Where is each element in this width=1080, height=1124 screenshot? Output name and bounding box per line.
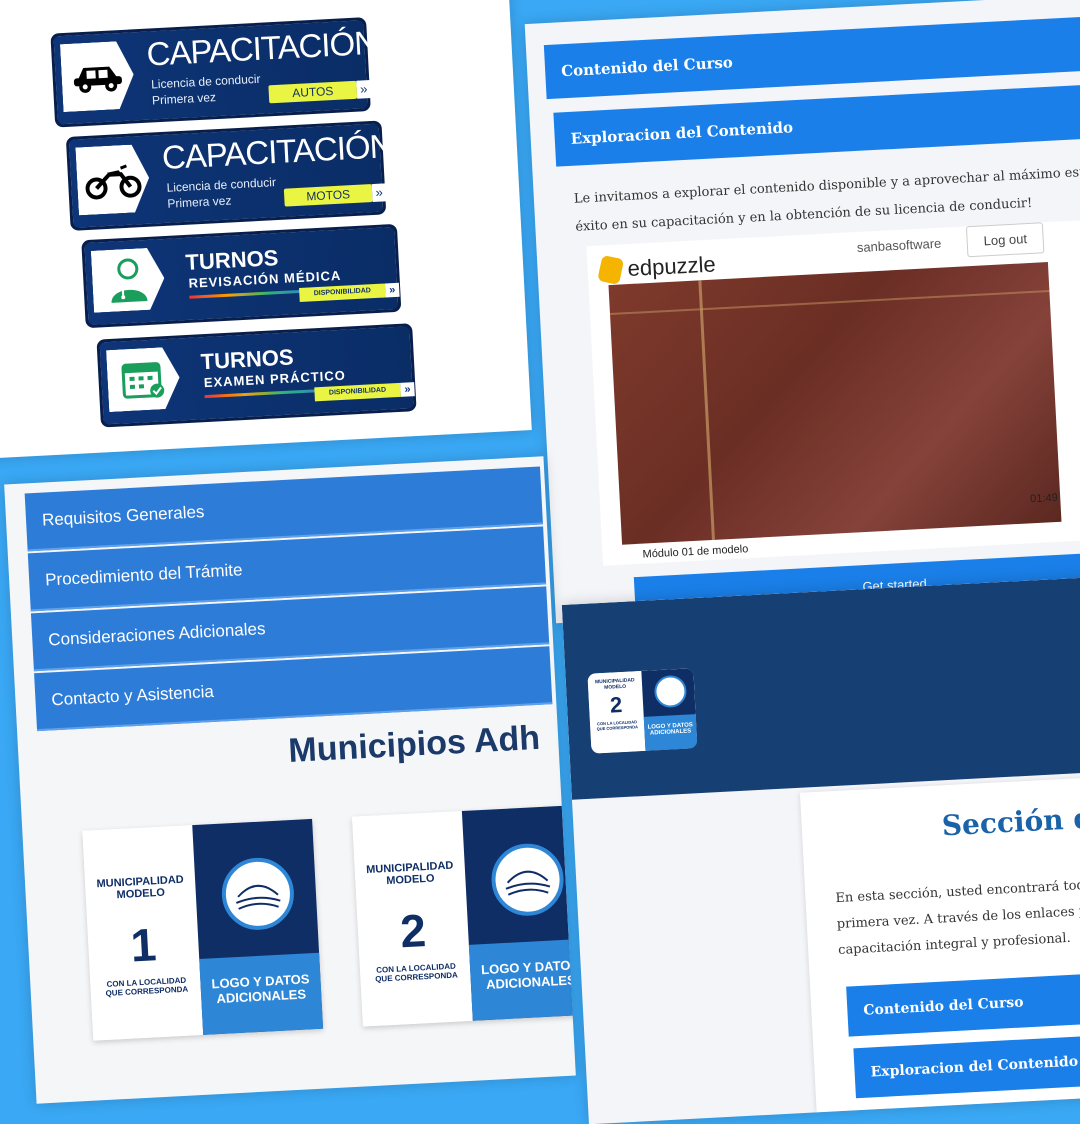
card-logo-text: LOGO Y DATOS ADICIONALES: [468, 938, 576, 1021]
card-municipality: MUNICIPALIDAD MODELO: [365, 859, 454, 888]
video-thumbnail[interactable]: [608, 262, 1062, 545]
doctor-icon: [91, 247, 166, 313]
section-title: Sección de: [940, 800, 1080, 843]
logo-locality: CON LA LOCALIDAD QUE CORRESPONDA: [596, 719, 639, 732]
municipality-seal-icon: [220, 856, 296, 932]
color-stripe: [189, 289, 310, 299]
section-paragraph-line3: capacitación integral y profesional.: [837, 930, 1072, 959]
card-locality: CON LA LOCALIDAD QUE CORRESPONDA: [105, 975, 189, 998]
section-exploracion-bar[interactable]: Exploracion del Contenido: [853, 1030, 1080, 1099]
section-paragraph-line2: primera vez. A través de los enlaces pro…: [836, 902, 1080, 933]
video-crack-line: [609, 290, 1050, 316]
turnos-medica-banner[interactable]: TURNOS REVISACIÓN MÉDICA DISPONIBILIDAD: [81, 223, 402, 329]
logo-municipality: MUNICIPALIDAD MODELO: [594, 677, 635, 691]
card-municipality: MUNICIPALIDAD MODELO: [96, 873, 184, 902]
section-panel: MUNICIPALIDAD MODELO 2 CON LA LOCALIDAD …: [561, 575, 1080, 1124]
card-right: LOGO Y DATOS ADICIONALES: [461, 804, 576, 1021]
car-icon: [60, 40, 135, 112]
motos-tag[interactable]: MOTOS: [283, 184, 373, 207]
municipality-logo: MUNICIPALIDAD MODELO 2 CON LA LOCALIDAD …: [587, 668, 698, 754]
logo-left: MUNICIPALIDAD MODELO 2 CON LA LOCALIDAD …: [587, 670, 646, 754]
section-contenido-bar[interactable]: Contenido del Curso: [846, 969, 1080, 1037]
video-crack-line: [698, 280, 715, 541]
card-left: MUNICIPALIDAD MODELO 1 CON LA LOCALIDAD …: [82, 825, 204, 1041]
banner-title: CAPACITACIÓN: [161, 126, 394, 176]
disponibilidad-tag[interactable]: DISPONIBILIDAD: [314, 382, 401, 402]
banner-line1: Licencia de conducir: [166, 175, 277, 195]
municipio-card-1[interactable]: MUNICIPALIDAD MODELO 1 CON LA LOCALIDAD …: [82, 818, 324, 1041]
training-banners-panel: CAPACITACIÓN Licencia de conducir Primer…: [0, 0, 532, 460]
banner-line2: Primera vez: [167, 193, 232, 211]
municipality-seal-icon: [489, 841, 566, 918]
card-left: MUNICIPALIDAD MODELO 2 CON LA LOCALIDAD …: [352, 811, 473, 1027]
calendar-icon: [106, 346, 181, 412]
disponibilidad-tag[interactable]: DISPONIBILIDAD: [299, 283, 386, 302]
edpuzzle-brand: edpuzzle: [626, 251, 717, 282]
logo-number: 2: [609, 692, 623, 718]
puzzle-icon: [597, 254, 625, 285]
motorcycle-icon: [75, 144, 150, 216]
tramite-info-panel: Requisitos Generales Procedimiento del T…: [4, 456, 576, 1104]
card-number: 2: [398, 904, 428, 958]
section-content-box: Sección de En esta sección, usted encont…: [799, 775, 1080, 1113]
logout-button[interactable]: Log out: [965, 222, 1045, 258]
capacitacion-autos-banner[interactable]: CAPACITACIÓN Licencia de conducir Primer…: [50, 17, 378, 128]
banner-title: CAPACITACIÓN: [145, 23, 378, 73]
edpuzzle-embed: edpuzzle sanbasoftware Log out 01:49 Mód…: [586, 216, 1080, 566]
card-locality: CON LA LOCALIDAD QUE CORRESPONDA: [374, 961, 459, 984]
capacitacion-motos-banner[interactable]: CAPACITACIÓN Licencia de conducir Primer…: [65, 120, 393, 231]
card-right: LOGO Y DATOS ADICIONALES: [192, 818, 324, 1035]
contenido-curso-bar[interactable]: Contenido del Curso: [543, 13, 1080, 100]
video-caption: Módulo 01 de modelo: [642, 543, 749, 561]
autos-tag[interactable]: AUTOS: [268, 80, 358, 104]
card-logo-text: LOGO Y DATOS ADICIONALES: [199, 952, 324, 1035]
card-number: 1: [129, 918, 158, 972]
color-stripe: [204, 388, 325, 399]
edpuzzle-logo: edpuzzle: [597, 251, 717, 285]
logo-text: LOGO Y DATOS ADICIONALES: [643, 714, 698, 751]
username: sanbasoftware: [856, 235, 942, 256]
logo-right: LOGO Y DATOS ADICIONALES: [641, 668, 698, 751]
banner-line1: Licencia de conducir: [150, 71, 261, 92]
municipio-card-2[interactable]: MUNICIPALIDAD MODELO 2 CON LA LOCALIDAD …: [352, 804, 576, 1027]
video-time: 01:49: [1029, 491, 1059, 506]
banner-line2: Primera vez: [151, 90, 217, 108]
turnos-practico-banner[interactable]: TURNOS EXAMEN PRÁCTICO DISPONIBILIDAD: [96, 323, 417, 428]
course-content-panel: Contenido del Curso Exploracion del Cont…: [524, 0, 1080, 624]
section-paragraph-line1: En esta sección, usted encontrará todos …: [835, 876, 1080, 907]
seal-icon: [653, 674, 688, 709]
municipios-title: Municipios Adh: [287, 718, 541, 771]
section-header: MUNICIPALIDAD MODELO 2 CON LA LOCALIDAD …: [561, 575, 1080, 800]
